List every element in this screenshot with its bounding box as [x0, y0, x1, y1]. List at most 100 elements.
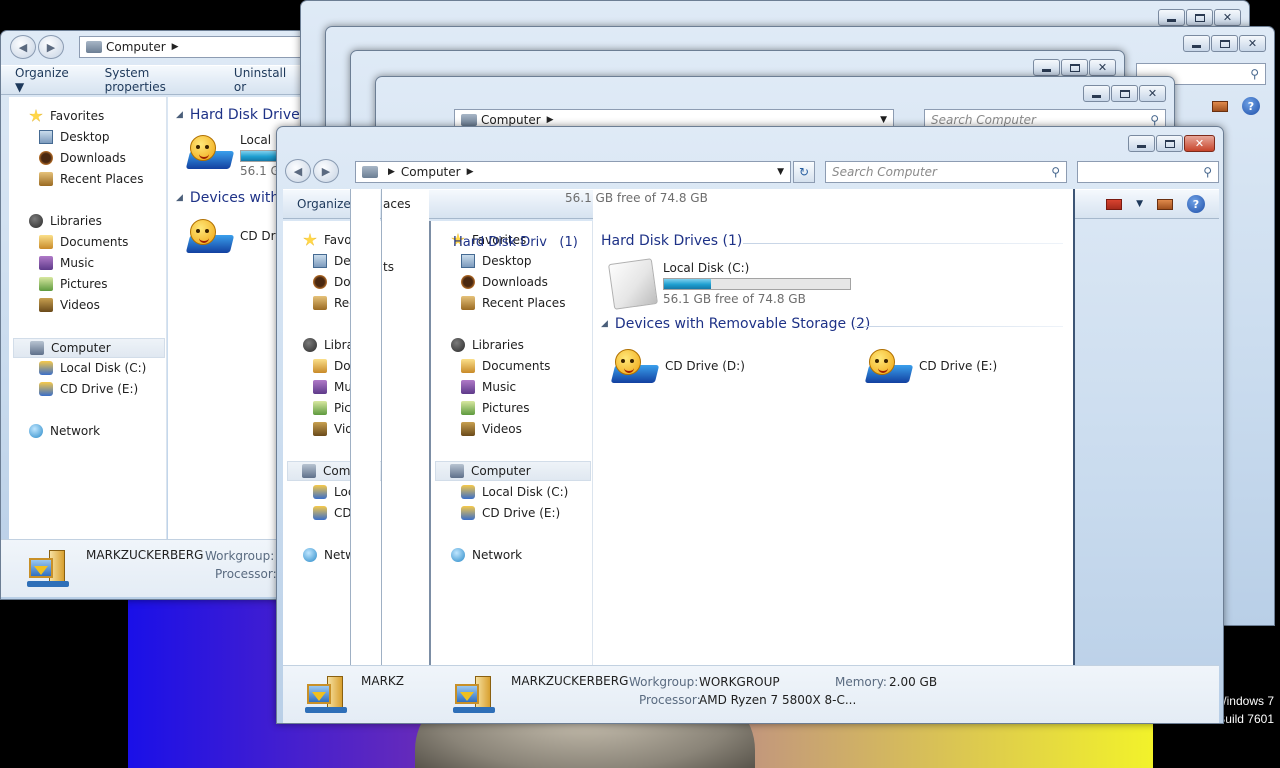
view-dropdown-icon[interactable]: ▼ — [1136, 199, 1143, 209]
breadcrumb-arrow-icon[interactable]: ▶ — [388, 167, 395, 177]
maximize-button[interactable] — [1061, 59, 1088, 76]
sidebar-item-network[interactable]: Network — [451, 548, 522, 562]
sidebar-item-pictures[interactable]: Pic — [313, 401, 351, 415]
close-button[interactable]: ✕ — [1089, 59, 1116, 76]
sidebar-item-recent-places[interactable]: Recent Places — [461, 296, 565, 310]
sidebar-item-favorites[interactable]: Favo — [303, 233, 352, 247]
group-header-removable[interactable]: ◢ Devices with Removable Storage (2) — [601, 316, 870, 332]
sidebar-item-downloads[interactable]: Downloads — [39, 151, 126, 165]
drive-cd-d[interactable]: CD Driv — [185, 217, 286, 257]
sidebar-item-favorites[interactable]: Favorites — [29, 109, 104, 123]
close-button[interactable]: ✕ — [1214, 9, 1241, 26]
sidebar-item-videos[interactable]: Videos — [39, 298, 100, 312]
sidebar-item-videos[interactable]: Videos — [461, 422, 522, 436]
address-bar[interactable]: Computer ▶ — [79, 36, 309, 58]
sidebar-item-documents[interactable]: Documents — [39, 235, 128, 249]
breadcrumb-arrow-icon[interactable]: ▶ — [467, 167, 474, 177]
sidebar-item-pictures[interactable]: Pictures — [39, 277, 108, 291]
sidebar-item-libraries[interactable]: Libraries — [29, 214, 102, 228]
maximize-button[interactable] — [1111, 85, 1138, 102]
computer-icon — [305, 674, 347, 714]
sidebar-item-network[interactable]: Network — [29, 424, 100, 438]
pictures-icon — [461, 401, 475, 415]
sidebar-item-network[interactable]: Netw — [303, 548, 355, 562]
sidebar-item-computer[interactable]: Computer — [435, 461, 591, 481]
search-box-behind[interactable]: ⚲ — [1077, 161, 1219, 183]
search-icon[interactable]: ⚲ — [1203, 165, 1212, 179]
organize-menu[interactable]: Organize ▼ — [1, 66, 91, 94]
sidebar-label: Favorites — [50, 109, 105, 123]
drive-local-disk-c[interactable]: Local Disk (C:) 56.1 GB free of 74.8 GB — [608, 258, 851, 310]
uninstall-program-button[interactable]: Uninstall or — [220, 66, 309, 94]
breadcrumb-computer[interactable]: Computer — [106, 40, 166, 54]
minimize-button[interactable] — [1128, 135, 1155, 152]
help-icon[interactable]: ? — [1187, 195, 1205, 213]
sidebar-item-computer[interactable]: Computer — [13, 338, 165, 358]
refresh-button[interactable]: ↻ — [793, 161, 815, 183]
sidebar-item-music[interactable]: Music — [461, 380, 516, 394]
search-icon[interactable]: ⚲ — [1051, 165, 1060, 179]
address-bar[interactable]: ▶ Computer ▶ ▼ — [355, 161, 791, 183]
system-properties-button[interactable]: System properties — [91, 66, 220, 94]
sidebar-item-local-disk[interactable]: Loc — [313, 485, 354, 499]
processor-label: Processor: — [215, 567, 277, 581]
search-box[interactable]: Search Computer ⚲ — [825, 161, 1067, 183]
sidebar-label: Network — [472, 548, 523, 562]
computer-icon — [461, 114, 477, 126]
preview-pane-icon[interactable] — [1212, 100, 1228, 112]
breadcrumb-arrow-icon[interactable]: ▶ — [172, 42, 179, 52]
close-button[interactable]: ✕ — [1184, 135, 1215, 152]
close-button[interactable]: ✕ — [1239, 35, 1266, 52]
search-icon[interactable]: ⚲ — [1150, 113, 1159, 127]
sidebar-item-documents[interactable]: Documents — [461, 359, 550, 373]
preview-pane-icon[interactable] — [1157, 198, 1173, 210]
minimize-button[interactable] — [1158, 9, 1185, 26]
sidebar-item-cd-drive[interactable]: CD Drive (E:) — [461, 506, 560, 520]
change-view-icon[interactable] — [1106, 198, 1123, 210]
drive-name: CD Drive (D:) — [665, 359, 745, 373]
sidebar-item-desktop[interactable]: Desktop — [39, 130, 110, 144]
group-title: Devices with Removable Storage (2) — [614, 316, 871, 332]
sidebar-item-downloads[interactable]: Downloads — [461, 275, 548, 289]
search-icon[interactable]: ⚲ — [1250, 67, 1259, 81]
group-header-removable[interactable]: ◢ Devices with — [176, 190, 279, 206]
sidebar-label: Pic — [334, 401, 351, 415]
sidebar-item-cd-drive[interactable]: CD — [313, 506, 352, 520]
maximize-button[interactable] — [1156, 135, 1183, 152]
breadcrumb-computer[interactable]: Computer — [401, 165, 461, 179]
close-button[interactable]: ✕ — [1139, 85, 1166, 102]
minimize-button[interactable] — [1183, 35, 1210, 52]
sidebar-item-local-disk[interactable]: Local Disk (C:) — [461, 485, 568, 499]
drive-local-disk-c[interactable]: Local D 56.1 GB — [185, 133, 288, 178]
breadcrumb-computer[interactable]: Computer — [481, 113, 541, 127]
command-bar-right: ▼ ? — [1106, 195, 1205, 213]
help-icon[interactable]: ? — [1242, 97, 1260, 115]
sidebar-item-recent-places[interactable]: Recent Places — [39, 172, 143, 186]
sidebar-label: Downloads — [482, 275, 548, 289]
forward-button[interactable]: ▶ — [38, 35, 64, 59]
minimize-button[interactable] — [1033, 59, 1060, 76]
drive-cd-e[interactable]: CD Drive (E:) — [864, 347, 997, 387]
sidebar-item-libraries[interactable]: Libraries — [451, 338, 524, 352]
back-button[interactable]: ◀ — [10, 35, 36, 59]
sidebar-item-libraries[interactable]: Libra — [303, 338, 354, 352]
address-dropdown-icon[interactable]: ▼ — [880, 115, 887, 125]
maximize-button[interactable] — [1186, 9, 1213, 26]
sidebar-item-local-disk[interactable]: Local Disk (C:) — [39, 361, 146, 375]
sidebar-item-pictures[interactable]: Pictures — [461, 401, 530, 415]
breadcrumb-arrow-icon[interactable]: ▶ — [547, 115, 554, 125]
address-dropdown-icon[interactable]: ▼ — [777, 167, 784, 177]
sidebar-item-videos[interactable]: Vid — [313, 422, 353, 436]
sidebar-label: Pictures — [482, 401, 530, 415]
forward-button[interactable]: ▶ — [313, 159, 339, 183]
sidebar-item-cd-drive[interactable]: CD Drive (E:) — [39, 382, 138, 396]
sidebar-item-music[interactable]: Music — [39, 256, 94, 270]
back-button[interactable]: ◀ — [285, 159, 311, 183]
drive-cd-d[interactable]: CD Drive (D:) — [610, 347, 745, 387]
group-header-hard-disk[interactable]: ◢ Hard Disk Drives — [176, 107, 307, 123]
command-bar: Organize ▼ System properties Uninstall o… — [1, 65, 309, 95]
sidebar-item-desktop[interactable]: Desktop — [461, 254, 532, 268]
group-header-hard-disk[interactable]: Hard Disk Drives (1) — [601, 233, 742, 249]
minimize-button[interactable] — [1083, 85, 1110, 102]
maximize-button[interactable] — [1211, 35, 1238, 52]
